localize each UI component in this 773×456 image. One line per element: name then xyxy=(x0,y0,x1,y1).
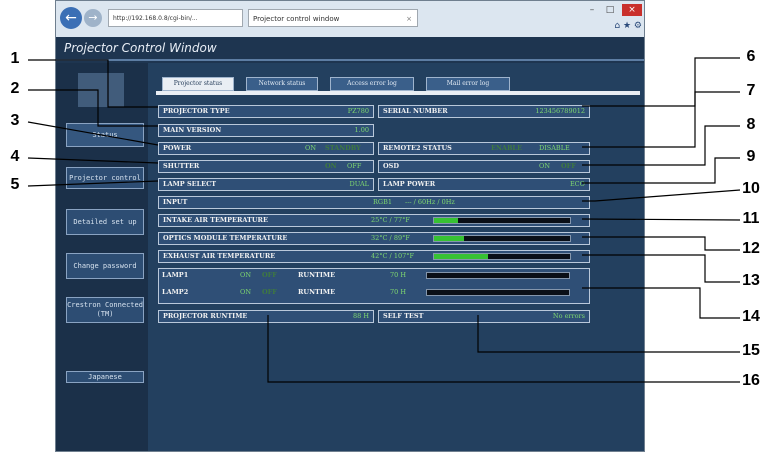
leader-16 xyxy=(267,315,740,383)
leader-14 xyxy=(582,287,740,319)
callout-12: 12 xyxy=(742,240,760,257)
callout-11: 11 xyxy=(742,210,760,227)
callout-15: 15 xyxy=(742,342,760,359)
leader-11 xyxy=(581,218,741,221)
callout-3: 3 xyxy=(10,112,20,129)
leader-7 xyxy=(582,91,740,148)
leader-10 xyxy=(582,189,741,202)
callout-7: 7 xyxy=(746,82,756,99)
callout-16: 16 xyxy=(742,372,760,389)
callout-13: 13 xyxy=(742,272,760,289)
leader-15 xyxy=(477,315,740,353)
callout-1: 1 xyxy=(10,50,20,67)
callout-6: 6 xyxy=(746,48,756,65)
callout-2: 2 xyxy=(10,80,20,97)
callout-8: 8 xyxy=(746,116,756,133)
callout-9: 9 xyxy=(746,148,756,165)
leader-4 xyxy=(27,157,159,164)
leader-8 xyxy=(582,125,740,166)
leader-2 xyxy=(28,89,158,127)
callout-4: 4 xyxy=(10,148,20,165)
leader-13 xyxy=(582,254,740,283)
callout-10: 10 xyxy=(742,180,760,197)
leader-12 xyxy=(582,236,740,251)
leader-6 xyxy=(582,57,740,107)
leader-1 xyxy=(28,59,158,108)
leader-9 xyxy=(582,157,740,184)
leader-5 xyxy=(27,180,159,187)
callout-leader-lines xyxy=(27,57,741,383)
callout-14: 14 xyxy=(742,308,760,325)
callout-5: 5 xyxy=(10,176,20,193)
